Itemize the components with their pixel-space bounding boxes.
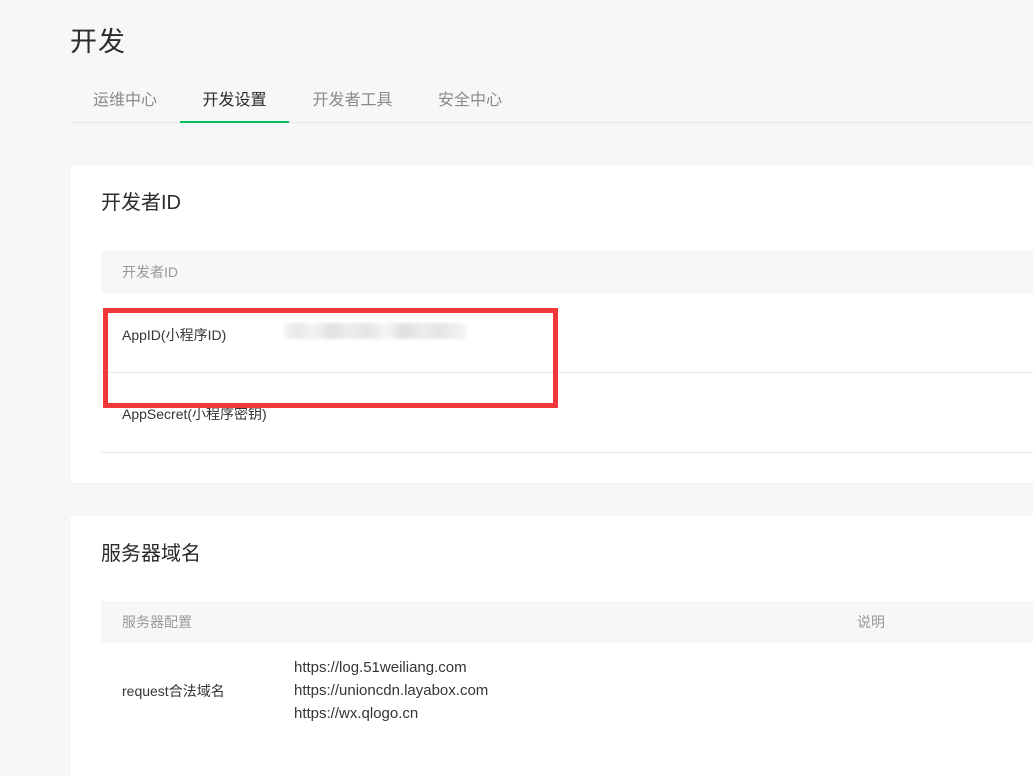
domain-item: https://log.51weiliang.com [294,659,467,676]
server-domain-title: 服务器域名 [101,543,201,565]
request-domain-label: request合法域名 [122,683,225,699]
tab-bar: 运维中心 开发设置 开发者工具 安全中心 [70,80,1033,123]
domain-item: https://unioncdn.layabox.com [294,682,489,699]
request-domain-list: https://log.51weiliang.com https://union… [294,656,488,725]
description-column-header: 说明 [857,614,885,630]
developer-id-card: 开发者ID 开发者ID AppID(小程序ID) AppSecret(小程序密钥… [70,165,1033,483]
server-domain-card: 服务器域名 服务器配置 说明 request合法域名 https://log.5… [70,516,1033,776]
appid-value-redacted [284,323,466,339]
appsecret-row: AppSecret(小程序密钥) [101,373,1033,453]
server-config-column-header: 服务器配置 [122,614,192,630]
tab-security-center[interactable]: 安全中心 [436,80,504,121]
tab-dev-tools[interactable]: 开发者工具 [310,80,395,121]
server-domain-table-header: 服务器配置 说明 [101,601,1033,643]
tab-dev-settings[interactable]: 开发设置 [180,80,289,123]
developer-id-title: 开发者ID [101,192,181,214]
request-domain-row: request合法域名 https://log.51weiliang.com h… [101,643,1033,743]
appsecret-label: AppSecret(小程序密钥) [122,406,267,422]
tab-ops-center[interactable]: 运维中心 [91,80,159,121]
developer-id-column-header: 开发者ID [122,264,178,280]
appid-row: AppID(小程序ID) [101,293,1033,373]
developer-id-table-header: 开发者ID [101,251,1033,293]
domain-item: https://wx.qlogo.cn [294,705,419,722]
page-title: 开发 [70,27,126,57]
appid-label: AppID(小程序ID) [122,327,227,343]
